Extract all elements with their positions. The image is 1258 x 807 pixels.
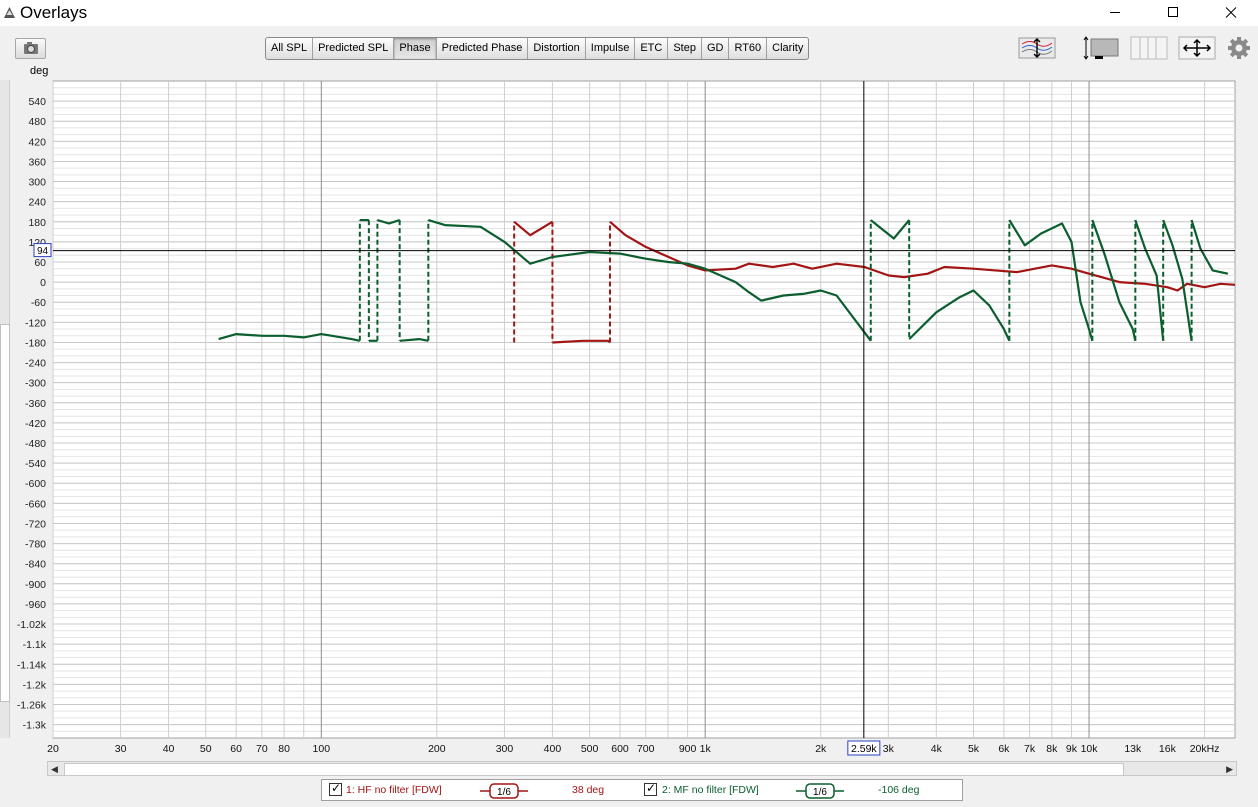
x-tick-label: 50 (200, 743, 212, 755)
scroll-right-icon[interactable]: ▶ (1226, 764, 1233, 775)
x-tick-label: 30 (115, 743, 127, 755)
y-tick-label: -1.02k (17, 619, 47, 631)
x-tick-label: 1k (700, 743, 712, 755)
y-tick-label: -1.26k (17, 699, 47, 711)
x-tick-label: 20 (47, 743, 59, 755)
y-tick-label: 420 (28, 136, 46, 148)
y-tick-label: -240 (25, 358, 46, 370)
y-tick-label: -480 (25, 438, 46, 450)
y-tick-label: -1.1k (23, 639, 47, 651)
x-tick-label: 300 (496, 743, 514, 755)
x-tick-label: 9k (1066, 743, 1078, 755)
y-tick-label: -900 (25, 579, 46, 591)
y-tick-label: -120 (25, 317, 46, 329)
y-tick-label: 540 (28, 96, 46, 108)
x-tick-label: 40 (163, 743, 175, 755)
y-tick-label: -60 (31, 297, 46, 309)
cursor-x-readout: 2.59k (851, 743, 877, 755)
x-tick-label: 10k (1081, 743, 1099, 755)
y-tick-label: -420 (25, 418, 46, 430)
y-tick-label: -540 (25, 458, 46, 470)
y-tick-label: -720 (25, 518, 46, 530)
y-tick-label: -960 (25, 599, 46, 611)
y-tick-label: -1.2k (23, 679, 47, 691)
x-tick-label: 2k (815, 743, 827, 755)
x-tick-label: 500 (581, 743, 599, 755)
legend-value-1: 38 deg (572, 784, 605, 796)
legend-smoothing-text-2: 1/6 (813, 787, 827, 798)
x-tick-label: 8k (1046, 743, 1058, 755)
y-tick-label: -360 (25, 398, 46, 410)
x-tick-label: 80 (278, 743, 290, 755)
cursor-y-readout: 94 (37, 246, 49, 257)
y-tick-label: 480 (28, 116, 46, 128)
phase-chart[interactable]: 540480420360300240180120600-60-120-180-2… (0, 0, 1258, 760)
legend-label-2[interactable]: 2: MF no filter [FDW] (662, 784, 759, 796)
x-tick-label: 700 (637, 743, 655, 755)
legend-smoothing-2[interactable]: 1/6 (796, 782, 844, 800)
y-tick-label: 240 (28, 197, 46, 209)
x-tick-label: 70 (256, 743, 268, 755)
x-tick-label: 400 (544, 743, 562, 755)
scroll-left-icon[interactable]: ◀ (51, 764, 58, 775)
horizontal-scrollbar[interactable]: ◀ ▶ (47, 761, 1237, 776)
legend-bar: 1: HF no filter [FDW] 1/6 38 deg 2: MF n… (321, 779, 963, 801)
x-tick-label: 4k (931, 743, 943, 755)
legend-smoothing-text-1: 1/6 (497, 787, 511, 798)
y-tick-label: -1.14k (17, 659, 47, 671)
y-tick-label: -600 (25, 478, 46, 490)
y-tick-label: -840 (25, 559, 46, 571)
horizontal-scrollbar-thumb[interactable] (64, 763, 1124, 776)
x-tick-label: 100 (313, 743, 331, 755)
y-tick-label: 300 (28, 177, 46, 189)
legend-checkbox-2[interactable] (644, 781, 657, 796)
y-tick-label: -660 (25, 498, 46, 510)
y-tick-label: -180 (25, 337, 46, 349)
x-tick-label: 20kHz (1190, 743, 1220, 755)
y-tick-label: 0 (40, 277, 46, 289)
x-tick-label: 200 (428, 743, 446, 755)
legend-checkbox-1[interactable] (329, 781, 342, 796)
y-tick-label: 60 (34, 257, 46, 269)
y-tick-label: -780 (25, 539, 46, 551)
legend-smoothing-1[interactable]: 1/6 (480, 782, 528, 800)
x-tick-label: 6k (998, 743, 1010, 755)
y-tick-label: -300 (25, 378, 46, 390)
x-tick-label: 16k (1159, 743, 1177, 755)
legend-value-2: -106 deg (878, 784, 920, 796)
series-line-2[interactable] (399, 338, 429, 342)
legend-label-1[interactable]: 1: HF no filter [FDW] (346, 784, 442, 796)
x-tick-label: 5k (968, 743, 980, 755)
x-tick-label: 600 (611, 743, 629, 755)
x-tick-label: 900 (679, 743, 697, 755)
x-tick-label: 7k (1024, 743, 1036, 755)
x-tick-label: 13k (1124, 743, 1142, 755)
y-tick-label: 360 (28, 156, 46, 168)
y-tick-label: -1.3k (23, 720, 47, 732)
x-tick-label: 60 (230, 743, 242, 755)
y-tick-label: 180 (28, 217, 46, 229)
x-tick-label: 3k (883, 743, 895, 755)
